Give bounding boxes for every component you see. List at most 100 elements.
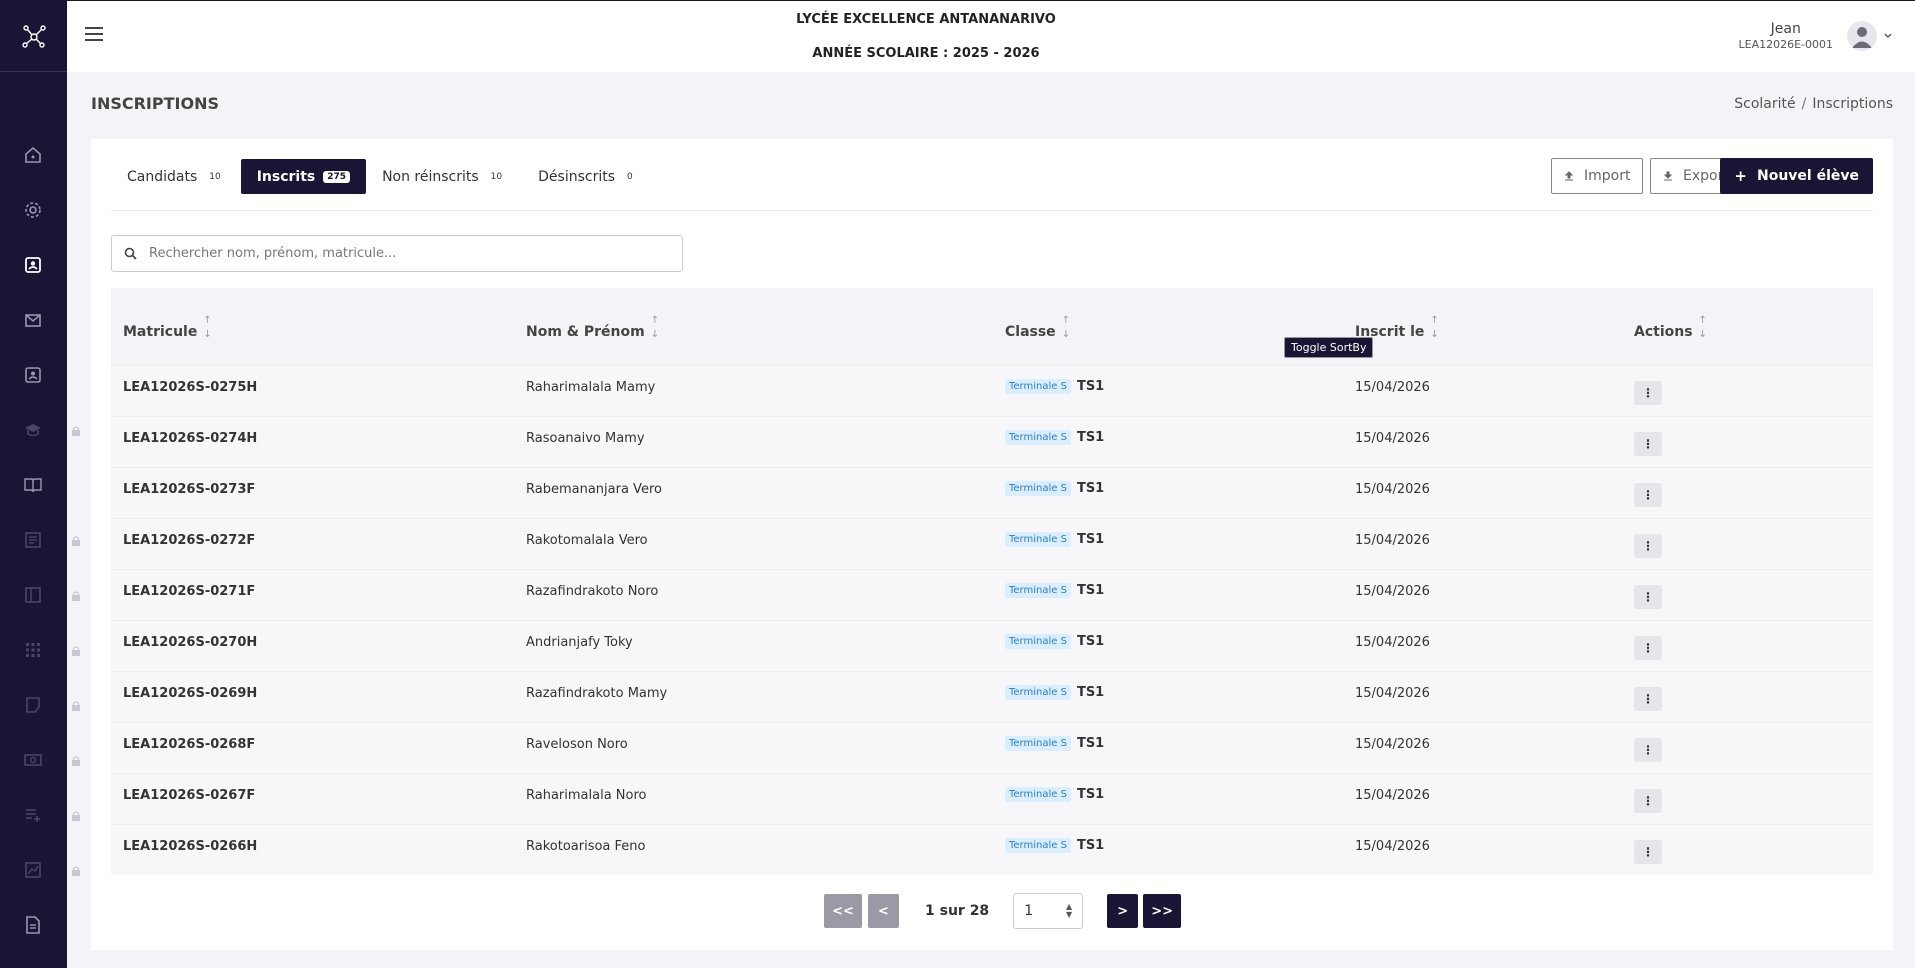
- app-logo[interactable]: [0, 0, 67, 72]
- search-input[interactable]: [149, 246, 669, 261]
- row-actions-button[interactable]: ⋮: [1634, 789, 1662, 813]
- next-page-button[interactable]: >: [1107, 894, 1139, 928]
- menu-toggle-icon[interactable]: [85, 27, 103, 43]
- tab-inscrits[interactable]: Inscrits 275: [240, 159, 367, 194]
- row-actions-button[interactable]: ⋮: [1634, 483, 1662, 507]
- tab-non-reinscrits[interactable]: Non réinscrits 10: [366, 159, 522, 194]
- row-actions-button[interactable]: ⋮: [1634, 738, 1662, 762]
- sort-up-arrow: ↑: [1430, 315, 1439, 326]
- lock-icon: [72, 701, 80, 711]
- cell-date: 15/04/2026: [1355, 686, 1430, 701]
- cell-matricule: LEA12026S-0267F: [123, 788, 256, 803]
- search-icon: [124, 247, 137, 260]
- inscriptions-card: Candidats 10 Inscrits 275 Non réinscrits…: [91, 139, 1893, 950]
- column-label: Classe: [1005, 324, 1056, 340]
- table-row: LEA12026S-0268F Raveloson Noro Terminale…: [111, 722, 1873, 773]
- breadcrumb-inscriptions: Inscriptions: [1812, 96, 1893, 112]
- cell-classe: Terminale S TS1: [1005, 634, 1104, 649]
- id-card-icon[interactable]: [20, 362, 46, 388]
- import-button[interactable]: Import: [1551, 158, 1644, 194]
- table-row: LEA12026S-0273F Rabemananjara Vero Termi…: [111, 467, 1873, 518]
- gear-icon[interactable]: [20, 197, 46, 223]
- tab-label: Non réinscrits: [382, 168, 479, 185]
- avatar[interactable]: [1847, 21, 1877, 51]
- user-id: LEA12026E-0001: [1738, 38, 1833, 51]
- note-icon: [20, 692, 46, 718]
- cell-classe: Terminale S TS1: [1005, 430, 1104, 445]
- tab-count-badge: 10: [209, 171, 221, 182]
- class-tag: Terminale S: [1005, 838, 1071, 853]
- class-code: TS1: [1076, 430, 1105, 445]
- page-number-value: 1: [1024, 903, 1034, 919]
- sort-down-arrow: ↓: [1061, 329, 1071, 340]
- class-code: TS1: [1076, 532, 1105, 547]
- column-actions[interactable]: Actions ↑ ↓: [1634, 315, 1707, 346]
- last-page-button[interactable]: >>: [1143, 894, 1182, 928]
- sort-up-arrow: ↑: [1698, 315, 1707, 326]
- grid-icon: [20, 637, 46, 663]
- table-row: LEA12026S-0267F Raharimalala Noro Termin…: [111, 773, 1873, 824]
- chevron-down-icon[interactable]: [1883, 31, 1893, 41]
- cell-nom: Rakotomalala Vero: [526, 533, 648, 548]
- book-icon[interactable]: [20, 472, 46, 498]
- column-classe[interactable]: Classe ↑ ↓: [1005, 315, 1070, 346]
- new-student-label: Nouvel élève: [1756, 168, 1859, 184]
- sort-icon[interactable]: ↑ ↓: [1062, 314, 1070, 342]
- cell-nom: Razafindrakoto Mamy: [526, 686, 668, 701]
- cell-nom: Andrianjafy Toky: [526, 635, 633, 650]
- cell-matricule: LEA12026S-0274H: [123, 431, 258, 446]
- stepper-icon[interactable]: ▲ ▼: [1066, 903, 1072, 919]
- row-actions-button[interactable]: ⋮: [1634, 432, 1662, 456]
- row-actions-button[interactable]: ⋮: [1634, 534, 1662, 558]
- cell-date: 15/04/2026: [1355, 533, 1430, 548]
- sort-down-arrow: ↓: [1430, 329, 1439, 340]
- tab-bar: Candidats 10 Inscrits 275 Non réinscrits…: [111, 159, 653, 194]
- table-row: LEA12026S-0269H Razafindrakoto Mamy Term…: [111, 671, 1873, 722]
- row-actions-button[interactable]: ⋮: [1634, 687, 1662, 711]
- top-header: LYCÉE EXCELLENCE ANTANANARIVO ANNÉE SCOL…: [67, 0, 1915, 72]
- page-info: 1 sur 28: [925, 903, 990, 919]
- tab-desinscrits[interactable]: Désinscrits 0: [522, 159, 653, 194]
- new-student-button[interactable]: + Nouvel élève: [1720, 158, 1873, 194]
- page-title: INSCRIPTIONS: [91, 94, 219, 113]
- row-actions-button[interactable]: ⋮: [1634, 636, 1662, 660]
- file-icon[interactable]: [20, 912, 46, 938]
- cell-classe: Terminale S TS1: [1005, 481, 1104, 496]
- cell-matricule: LEA12026S-0269H: [123, 686, 258, 701]
- first-page-button[interactable]: <<: [824, 894, 862, 928]
- sort-icon[interactable]: ↑ ↓: [1699, 314, 1707, 342]
- row-actions-button[interactable]: ⋮: [1634, 381, 1662, 405]
- class-code: TS1: [1076, 583, 1105, 598]
- page-number-input[interactable]: 1 ▲ ▼: [1013, 893, 1084, 929]
- student-card-icon[interactable]: [20, 252, 46, 278]
- mail-icon[interactable]: [20, 307, 46, 333]
- cell-date: 15/04/2026: [1355, 635, 1430, 650]
- breadcrumb-scolarite[interactable]: Scolarité: [1734, 96, 1795, 112]
- pagination: << < 1 sur 28 1 ▲ ▼ > >>: [824, 893, 1182, 929]
- tab-candidats[interactable]: Candidats 10: [111, 159, 241, 194]
- sort-icon[interactable]: ↑ ↓: [1430, 314, 1438, 342]
- cell-nom: Razafindrakoto Noro: [526, 584, 659, 599]
- class-tag: Terminale S: [1005, 583, 1071, 598]
- sort-icon[interactable]: ↑ ↓: [203, 314, 211, 342]
- column-label: Matricule: [123, 324, 198, 340]
- row-actions-button[interactable]: ⋮: [1634, 585, 1662, 609]
- cell-date: 15/04/2026: [1355, 839, 1430, 854]
- graduation-cap-icon: [20, 417, 46, 443]
- home-icon[interactable]: [20, 142, 46, 168]
- cell-matricule: LEA12026S-0271F: [123, 584, 256, 599]
- table-row: LEA12026S-0270H Andrianjafy Toky Termina…: [111, 620, 1873, 671]
- import-label: Import: [1584, 168, 1631, 184]
- search-box: [111, 235, 683, 272]
- download-icon: [1663, 171, 1673, 181]
- user-info[interactable]: Jean LEA12026E-0001: [1738, 21, 1833, 51]
- sidebar: [0, 0, 67, 968]
- sort-tooltip: Toggle SortBy: [1284, 337, 1374, 358]
- prev-page-button[interactable]: <: [868, 894, 899, 928]
- column-matricule[interactable]: Matricule ↑ ↓: [123, 315, 212, 346]
- row-actions-button[interactable]: ⋮: [1634, 840, 1662, 864]
- sort-icon[interactable]: ↑ ↓: [651, 314, 659, 342]
- cell-nom: Raharimalala Mamy: [526, 380, 656, 395]
- column-nom-prenom[interactable]: Nom & Prénom ↑ ↓: [526, 315, 659, 346]
- cell-matricule: LEA12026S-0266H: [123, 839, 258, 854]
